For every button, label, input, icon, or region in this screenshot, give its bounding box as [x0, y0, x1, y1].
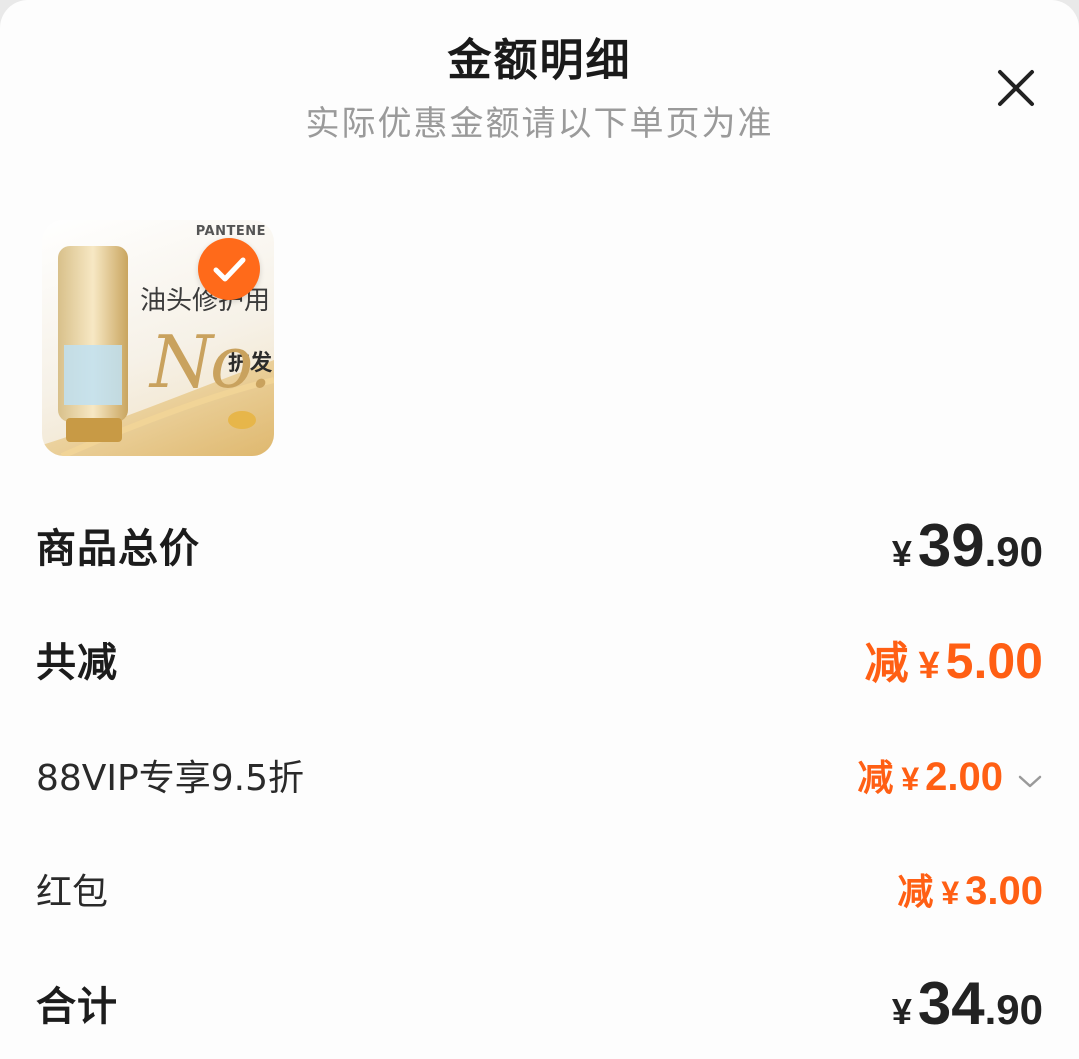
discount-item-row: 红包 减 ¥ 3.00 — [36, 854, 1043, 924]
final-int: 34 — [917, 969, 985, 1037]
discount-item-row[interactable]: 88VIP专享9.5折 减 ¥ 2.00 — [36, 740, 1043, 810]
discount-total-value: 减 ¥ 5.00 — [865, 627, 1043, 691]
discount-item-label: 红包 — [36, 872, 109, 913]
final-yen: ¥ — [891, 990, 912, 1032]
sheet-title: 金额明细 — [447, 35, 632, 86]
discount-prefix: 减 — [864, 638, 909, 689]
total-price-value: ¥ 39 .90 — [892, 511, 1043, 580]
discount-item-yen: ¥ — [941, 875, 960, 911]
discount-item-amount: 3.00 — [965, 869, 1043, 913]
total-price-label: 商品总价 — [36, 526, 200, 572]
sheet-subtitle: 实际优惠金额请以下单页为准 — [305, 104, 774, 144]
discount-item-prefix: 减 — [857, 758, 894, 799]
check-icon — [213, 257, 246, 282]
brand-tag: PANTENE — [195, 224, 266, 239]
discount-item-yen: ¥ — [901, 761, 920, 797]
selected-check[interactable] — [198, 238, 260, 300]
final-dec: .90 — [984, 985, 1043, 1033]
chevron-down-icon[interactable] — [1017, 772, 1043, 790]
discount-yen: ¥ — [918, 645, 940, 687]
discount-total-row: 共减 减 ¥ 5.00 — [36, 624, 1043, 694]
total-price-row: 商品总价 ¥ 39 .90 — [36, 510, 1043, 580]
discount-item-label: 88VIP专享9.5折 — [36, 758, 305, 799]
total-yen: ¥ — [891, 532, 912, 574]
discount-item-prefix: 减 — [897, 872, 934, 913]
product-thumb-no1: No.1 — [150, 320, 274, 404]
discount-value: 5.00 — [945, 633, 1043, 689]
discount-total-label: 共减 — [36, 640, 118, 686]
discount-item-value: 减 ¥ 3.00 — [897, 863, 1043, 915]
discount-item-value: 减 ¥ 2.00 — [857, 749, 1043, 801]
close-icon — [998, 70, 1034, 106]
final-total-value: ¥ 34 .90 — [892, 969, 1043, 1038]
amount-detail-sheet: 金额明细 实际优惠金额请以下单页为准 PANTENE 油头修护用 护发 No. … — [0, 0, 1079, 1059]
total-dec: .90 — [984, 527, 1043, 575]
total-int: 39 — [917, 511, 985, 579]
close-button[interactable] — [990, 62, 1042, 114]
final-total-row: 合计 ¥ 34 .90 — [36, 968, 1043, 1038]
final-total-label: 合计 — [36, 984, 118, 1030]
discount-item-amount: 2.00 — [925, 755, 1003, 799]
